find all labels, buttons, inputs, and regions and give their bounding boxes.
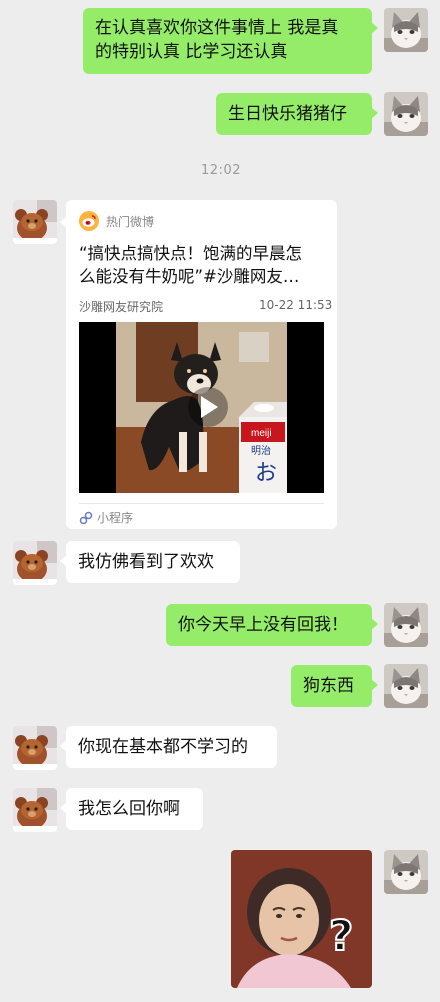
message-text: 狗东西: [303, 676, 354, 696]
bear-avatar-icon: [13, 200, 57, 244]
weibo-logo-icon: [79, 211, 99, 231]
message-text-line: 在认真喜欢你这件事情上 我是真: [95, 18, 339, 38]
sticker-image[interactable]: ?: [231, 850, 372, 988]
mini-program-icon: [79, 510, 93, 525]
contact-avatar[interactable]: [13, 788, 57, 832]
card-divider: [79, 503, 324, 504]
message-bubble-sent[interactable]: 狗东西: [291, 665, 378, 707]
mini-program-card[interactable]: 热门微博 “搞快点搞快点！饱满的早晨怎 么能没有牛奶呢”#沙雕网友… 沙雕网友研…: [60, 200, 337, 529]
question-mark-text: ?: [329, 911, 353, 960]
message-bubble-received[interactable]: 我仿佛看到了欢欢: [60, 541, 240, 583]
card-author: 沙雕网友研究院: [79, 300, 164, 314]
card-title-line: 么能没有牛奶呢”#沙雕网友…: [79, 267, 300, 286]
my-avatar[interactable]: [384, 603, 428, 647]
dog-video-image: meiji 明治 お: [79, 322, 324, 493]
message-text: 我仿佛看到了欢欢: [78, 552, 214, 572]
message-text: 你今天早上没有回我！: [178, 615, 348, 635]
contact-avatar[interactable]: [13, 726, 57, 770]
card-title: “搞快点搞快点！饱满的早晨怎 么能没有牛奶呢”#沙雕网友…: [79, 242, 329, 288]
carton-text: 明治: [251, 444, 271, 457]
message-bubble-sent[interactable]: 你今天早上没有回我！: [166, 604, 378, 646]
cat-avatar-icon: [384, 850, 428, 894]
chat-timestamp: 12:02: [201, 163, 241, 178]
card-footer-label: 小程序: [97, 511, 134, 525]
cat-avatar-icon: [384, 92, 428, 136]
contact-avatar[interactable]: [13, 200, 57, 244]
message-text: 我怎么回你啊: [78, 799, 180, 819]
message-bubble-received[interactable]: 你现在基本都不学习的: [60, 726, 277, 768]
card-date: 10-22 11:53: [259, 298, 333, 312]
message-text: 你现在基本都不学习的: [78, 737, 248, 757]
bear-avatar-icon: [13, 726, 57, 770]
cat-avatar-icon: [384, 8, 428, 52]
my-avatar[interactable]: [384, 92, 428, 136]
message-text-line: 的特别认真 比学习还认真: [95, 42, 288, 62]
message-bubble-received[interactable]: 我怎么回你啊: [60, 788, 203, 830]
cat-avatar-icon: [384, 664, 428, 708]
my-avatar[interactable]: [384, 664, 428, 708]
message-bubble-sent[interactable]: 生日快乐猪猪仔: [216, 93, 378, 135]
message-text: 生日快乐猪猪仔: [228, 104, 347, 124]
bear-avatar-icon: [13, 541, 57, 585]
my-avatar[interactable]: [384, 8, 428, 52]
meme-sticker-image: ?: [231, 850, 372, 988]
carton-text-large: お: [255, 461, 277, 486]
contact-avatar[interactable]: [13, 541, 57, 585]
bear-avatar-icon: [13, 788, 57, 832]
carton-brand-text: meiji: [251, 428, 272, 439]
my-avatar[interactable]: [384, 850, 428, 894]
card-source-label: 热门微博: [106, 215, 155, 229]
video-thumbnail[interactable]: meiji 明治 お: [79, 322, 324, 493]
message-bubble-sent[interactable]: 在认真喜欢你这件事情上 我是真 的特别认真 比学习还认真: [83, 8, 378, 74]
card-title-line: “搞快点搞快点！饱满的早晨怎: [79, 244, 303, 263]
cat-avatar-icon: [384, 603, 428, 647]
